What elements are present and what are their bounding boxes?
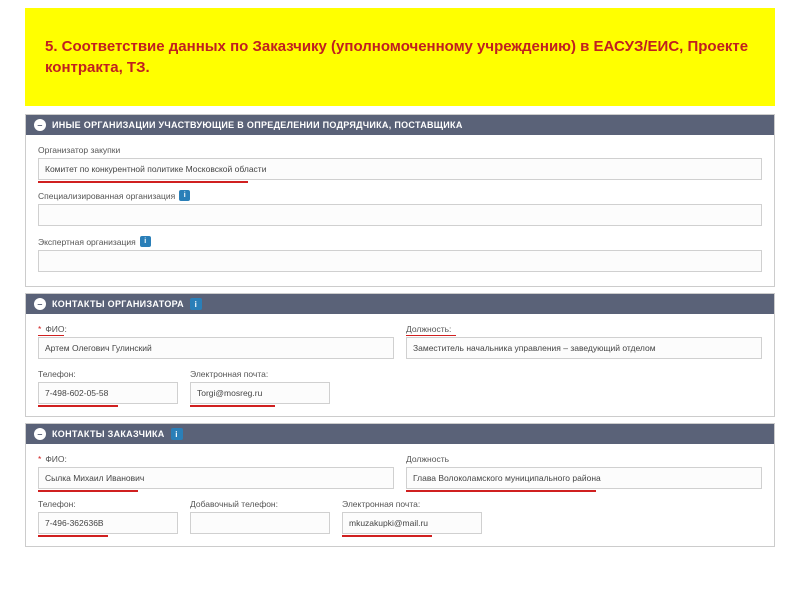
position-input[interactable] xyxy=(406,467,762,489)
panel-header-other-orgs[interactable]: – ИНЫЕ ОРГАНИЗАЦИИ УЧАСТВУЮЩИЕ В ОПРЕДЕЛ… xyxy=(26,115,774,135)
panel-organizer-contacts: – КОНТАКТЫ ОРГАНИЗАТОРА i * ФИО: Должнос… xyxy=(25,293,775,417)
addphone-input[interactable] xyxy=(190,512,330,534)
position-label: Должность xyxy=(406,454,762,464)
panel-header-organizer-contacts[interactable]: – КОНТАКТЫ ОРГАНИЗАТОРА i xyxy=(26,294,774,314)
email-input[interactable] xyxy=(190,382,330,404)
organizer-label: Организатор закупки xyxy=(38,145,762,155)
fio-label: * ФИО: xyxy=(38,454,394,464)
panel-other-organizations: – ИНЫЕ ОРГАНИЗАЦИИ УЧАСТВУЮЩИЕ В ОПРЕДЕЛ… xyxy=(25,114,775,287)
specialized-label: Специализированная организация i xyxy=(38,190,762,201)
panel-body: * ФИО: Должность: Телефон: Электронная п… xyxy=(26,314,774,416)
collapse-icon[interactable]: – xyxy=(34,428,46,440)
position-label: Должность: xyxy=(406,324,762,334)
field-addphone: Добавочный телефон: xyxy=(190,499,330,534)
field-email: Электронная почта: xyxy=(190,369,330,404)
panel-customer-contacts: – КОНТАКТЫ ЗАКАЗЧИКА i * ФИО: Должность xyxy=(25,423,775,547)
email-label: Электронная почта: xyxy=(342,499,482,509)
instruction-banner: 5. Соответствие данных по Заказчику (упо… xyxy=(25,8,775,106)
panel-title: КОНТАКТЫ ОРГАНИЗАТОРА xyxy=(52,299,184,309)
field-expert: Экспертная организация i xyxy=(38,236,762,272)
expert-label: Экспертная организация i xyxy=(38,236,762,247)
panel-body: Организатор закупки Специализированная о… xyxy=(26,135,774,286)
field-email: Электронная почта: xyxy=(342,499,482,534)
panel-body: * ФИО: Должность Телефон: xyxy=(26,444,774,546)
phone-label: Телефон: xyxy=(38,369,178,379)
field-position: Должность: xyxy=(406,324,762,359)
field-phone: Телефон: xyxy=(38,499,178,534)
organizer-input[interactable] xyxy=(38,158,762,180)
field-organizer: Организатор закупки xyxy=(38,145,762,180)
info-icon[interactable]: i xyxy=(190,298,202,310)
field-fio: * ФИО: xyxy=(38,324,394,359)
fio-input[interactable] xyxy=(38,337,394,359)
phone-label: Телефон: xyxy=(38,499,178,509)
specialized-input[interactable] xyxy=(38,204,762,226)
expert-input[interactable] xyxy=(38,250,762,272)
collapse-icon[interactable]: – xyxy=(34,119,46,131)
email-input[interactable] xyxy=(342,512,482,534)
fio-label: * ФИО: xyxy=(38,324,394,334)
phone-input[interactable] xyxy=(38,512,178,534)
field-position: Должность xyxy=(406,454,762,489)
fio-input[interactable] xyxy=(38,467,394,489)
collapse-icon[interactable]: – xyxy=(34,298,46,310)
addphone-label: Добавочный телефон: xyxy=(190,499,330,509)
phone-input[interactable] xyxy=(38,382,178,404)
banner-title: 5. Соответствие данных по Заказчику (упо… xyxy=(45,36,755,78)
info-icon[interactable]: i xyxy=(179,190,190,201)
email-label: Электронная почта: xyxy=(190,369,330,379)
panel-title: КОНТАКТЫ ЗАКАЗЧИКА xyxy=(52,429,165,439)
field-phone: Телефон: xyxy=(38,369,178,404)
panel-title: ИНЫЕ ОРГАНИЗАЦИИ УЧАСТВУЮЩИЕ В ОПРЕДЕЛЕН… xyxy=(52,120,463,130)
position-input[interactable] xyxy=(406,337,762,359)
panel-header-customer-contacts[interactable]: – КОНТАКТЫ ЗАКАЗЧИКА i xyxy=(26,424,774,444)
field-fio: * ФИО: xyxy=(38,454,394,489)
info-icon[interactable]: i xyxy=(171,428,183,440)
field-specialized: Специализированная организация i xyxy=(38,190,762,226)
info-icon[interactable]: i xyxy=(140,236,151,247)
